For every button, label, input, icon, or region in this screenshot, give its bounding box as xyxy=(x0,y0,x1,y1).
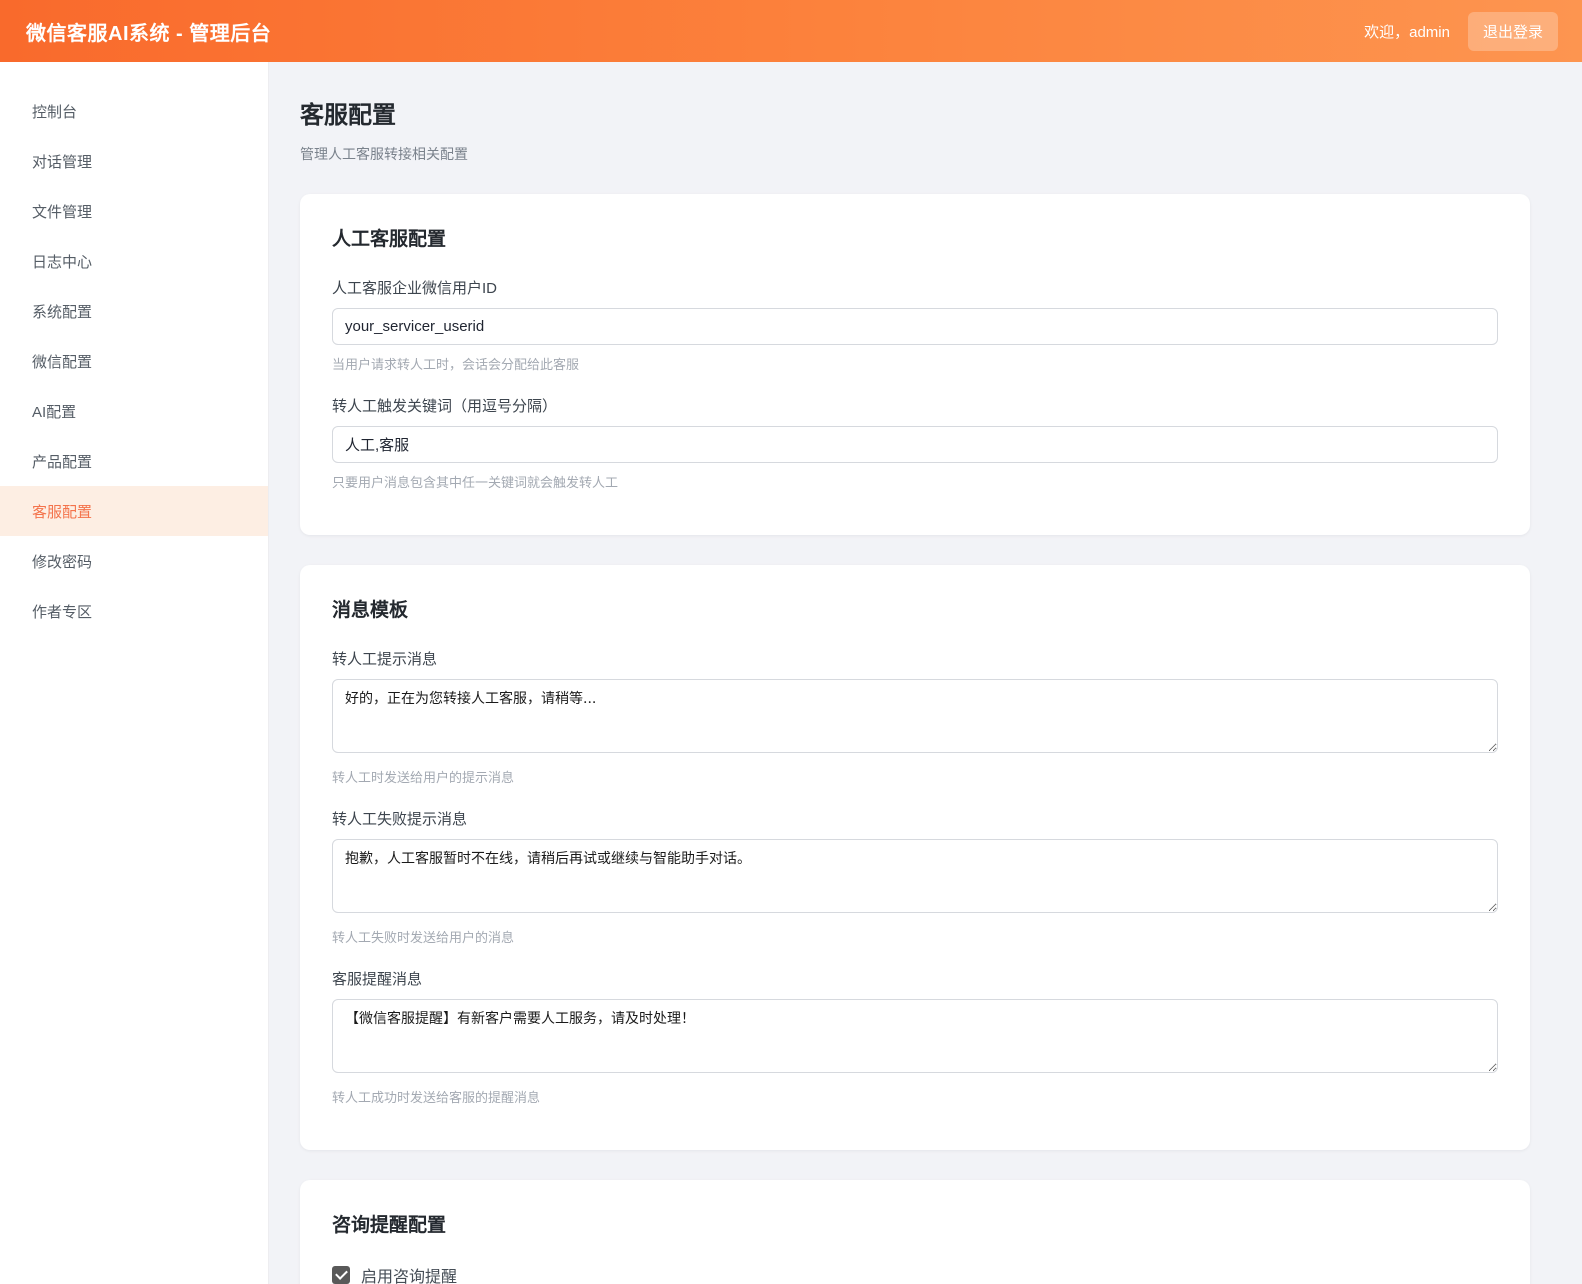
trigger-keywords-help: 只要用户消息包含其中任一关键词就会触发转人工 xyxy=(332,472,1498,491)
enable-consult-notify-label[interactable]: 启用咨询提醒 xyxy=(361,1263,457,1284)
card-agent-config: 人工客服配置 人工客服企业微信用户ID 当用户请求转人工时，会话会分配给此客服 … xyxy=(300,194,1530,535)
app-title: 微信客服AI系统 - 管理后台 xyxy=(26,17,271,46)
transfer-fail-message-label: 转人工失败提示消息 xyxy=(332,808,1498,829)
card-message-templates: 消息模板 转人工提示消息 好的，正在为您转接人工客服，请稍等... 转人工时发送… xyxy=(300,565,1530,1150)
field-trigger-keywords: 转人工触发关键词（用逗号分隔） 只要用户消息包含其中任一关键词就会触发转人工 xyxy=(332,395,1498,491)
sidebar-item-author-zone[interactable]: 作者专区 xyxy=(0,586,268,636)
sidebar: 控制台 对话管理 文件管理 日志中心 系统配置 微信配置 AI配置 产品配置 客… xyxy=(0,62,269,1284)
field-service-reminder-message: 客服提醒消息 【微信客服提醒】有新客户需要人工服务，请及时处理！ 转人工成功时发… xyxy=(332,968,1498,1106)
card-templates-title: 消息模板 xyxy=(332,595,1498,622)
service-reminder-label: 客服提醒消息 xyxy=(332,968,1498,989)
sidebar-item-logs[interactable]: 日志中心 xyxy=(0,236,268,286)
sidebar-item-change-password[interactable]: 修改密码 xyxy=(0,536,268,586)
main-content: 客服配置 管理人工客服转接相关配置 人工客服配置 人工客服企业微信用户ID 当用… xyxy=(269,62,1582,1284)
servicer-userid-label: 人工客服企业微信用户ID xyxy=(332,277,1498,298)
transfer-fail-message-textarea[interactable]: 抱歉，人工客服暂时不在线，请稍后再试或继续与智能助手对话。 xyxy=(332,839,1498,913)
sidebar-item-dashboard[interactable]: 控制台 xyxy=(0,86,268,136)
field-transfer-fail-message: 转人工失败提示消息 抱歉，人工客服暂时不在线，请稍后再试或继续与智能助手对话。 … xyxy=(332,808,1498,946)
card-notify-title: 咨询提醒配置 xyxy=(332,1210,1498,1237)
transfer-fail-message-help: 转人工失败时发送给用户的消息 xyxy=(332,927,1498,946)
transfer-message-textarea[interactable]: 好的，正在为您转接人工客服，请稍等... xyxy=(332,679,1498,753)
sidebar-item-files[interactable]: 文件管理 xyxy=(0,186,268,236)
sidebar-item-conversations[interactable]: 对话管理 xyxy=(0,136,268,186)
service-reminder-textarea[interactable]: 【微信客服提醒】有新客户需要人工服务，请及时处理！ xyxy=(332,999,1498,1073)
trigger-keywords-label: 转人工触发关键词（用逗号分隔） xyxy=(332,395,1498,416)
top-header: 微信客服AI系统 - 管理后台 欢迎，admin 退出登录 xyxy=(0,0,1582,62)
field-transfer-message: 转人工提示消息 好的，正在为您转接人工客服，请稍等... 转人工时发送给用户的提… xyxy=(332,648,1498,786)
sidebar-item-service-config[interactable]: 客服配置 xyxy=(0,486,268,536)
page-subtitle: 管理人工客服转接相关配置 xyxy=(300,144,1530,164)
card-consult-notify-config: 咨询提醒配置 启用咨询提醒 当有用户咨询AI时，自动提醒人工客服 xyxy=(300,1180,1530,1284)
service-reminder-help: 转人工成功时发送给客服的提醒消息 xyxy=(332,1087,1498,1106)
welcome-text: 欢迎，admin xyxy=(1364,21,1450,42)
header-right: 欢迎，admin 退出登录 xyxy=(1364,12,1558,51)
enable-consult-notify-checkbox[interactable] xyxy=(332,1266,350,1284)
field-servicer-userid: 人工客服企业微信用户ID 当用户请求转人工时，会话会分配给此客服 xyxy=(332,277,1498,373)
sidebar-item-wechat-config[interactable]: 微信配置 xyxy=(0,336,268,386)
transfer-message-help: 转人工时发送给用户的提示消息 xyxy=(332,767,1498,786)
sidebar-item-system-config[interactable]: 系统配置 xyxy=(0,286,268,336)
sidebar-item-ai-config[interactable]: AI配置 xyxy=(0,386,268,436)
transfer-message-label: 转人工提示消息 xyxy=(332,648,1498,669)
card-agent-title: 人工客服配置 xyxy=(332,224,1498,251)
servicer-userid-input[interactable] xyxy=(332,308,1498,345)
page-title: 客服配置 xyxy=(300,95,1530,130)
logout-button[interactable]: 退出登录 xyxy=(1468,12,1558,51)
sidebar-item-product-config[interactable]: 产品配置 xyxy=(0,436,268,486)
trigger-keywords-input[interactable] xyxy=(332,426,1498,463)
servicer-userid-help: 当用户请求转人工时，会话会分配给此客服 xyxy=(332,354,1498,373)
enable-consult-notify-row: 启用咨询提醒 xyxy=(332,1263,1498,1284)
